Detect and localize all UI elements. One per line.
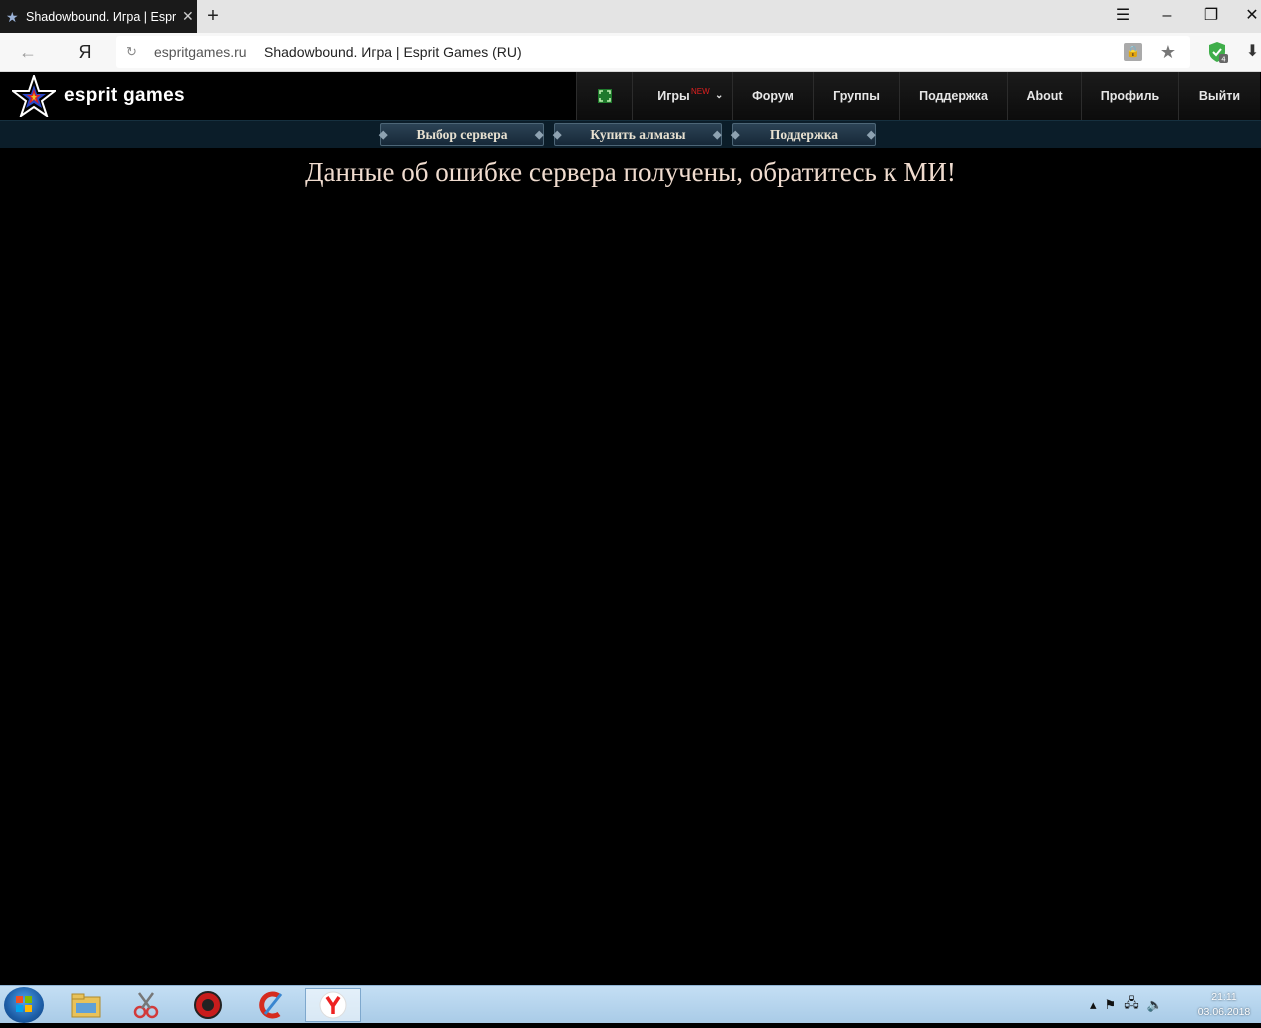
- nav-support-label: Поддержка: [919, 89, 988, 103]
- taskbar-yandex-browser[interactable]: [305, 988, 361, 1022]
- nav-logout-label: Выйти: [1198, 89, 1241, 103]
- taskbar-ccleaner[interactable]: [243, 988, 299, 1022]
- subnav-support-button[interactable]: ◆ Поддержка ◆: [731, 123, 876, 146]
- nav-groups[interactable]: Группы: [813, 72, 899, 120]
- ornament-left-icon: ◆: [731, 129, 740, 141]
- clock-date: 03.06.2018: [1197, 1006, 1251, 1018]
- download-icon[interactable]: ⬇: [1244, 41, 1261, 63]
- close-tab-icon[interactable]: ✕: [182, 8, 194, 25]
- nav-about-label: About: [1026, 89, 1063, 103]
- nav-profile-label: Профиль: [1100, 89, 1160, 103]
- protect-shield-icon[interactable]: 4: [1206, 41, 1228, 63]
- main-nav: Игры NEW ⌄ Форум Группы Поддержка About …: [576, 72, 1260, 120]
- windows-taskbar: ▴ ⚑ 🖧 🔈 21:11 03.06.2018: [0, 985, 1261, 1023]
- restore-icon[interactable]: ❐: [1196, 4, 1226, 28]
- ornament-right-icon: ◆: [713, 129, 722, 141]
- folder-icon: [71, 993, 101, 1018]
- address-bar-row: ← Я ↻ espritgames.ru Shadowbound. Игра |…: [0, 33, 1261, 72]
- logo-text: esprit games: [64, 85, 185, 106]
- star-logo-icon: [12, 75, 56, 117]
- url-domain: espritgames.ru: [154, 44, 247, 60]
- back-arrow-icon[interactable]: ←: [16, 41, 40, 63]
- nav-about[interactable]: About: [1007, 72, 1081, 120]
- taskbar-explorer[interactable]: [58, 988, 114, 1022]
- windows-logo-icon: [16, 996, 32, 1012]
- minimize-icon[interactable]: –: [1152, 4, 1182, 28]
- select-server-button[interactable]: ◆ Выбор сервера ◆: [379, 123, 544, 146]
- nav-games[interactable]: Игры NEW ⌄: [632, 72, 732, 120]
- browser-tab-active[interactable]: ★ Shadowbound. Игра | Esprit Games (RU) …: [0, 0, 197, 33]
- nav-forum[interactable]: Форум: [732, 72, 813, 120]
- ornament-right-icon: ◆: [535, 129, 544, 141]
- nav-forum-label: Форум: [752, 89, 794, 103]
- reload-icon[interactable]: ↻: [126, 44, 140, 60]
- site-star-icon: ★: [6, 8, 19, 25]
- action-center-flag-icon[interactable]: ⚑: [1105, 997, 1117, 1013]
- nav-fullscreen[interactable]: [576, 72, 632, 120]
- buy-diamonds-button[interactable]: ◆ Купить алмазы ◆: [553, 123, 722, 146]
- tab-title: Shadowbound. Игра | Esprit Games (RU): [26, 9, 176, 24]
- close-window-icon[interactable]: ✕: [1240, 4, 1261, 28]
- bookmark-star-icon[interactable]: ★: [1158, 41, 1178, 63]
- subnav-support-label: Поддержка: [769, 126, 839, 142]
- yandex-browser-icon: [319, 991, 347, 1019]
- nav-support[interactable]: Поддержка: [899, 72, 1007, 120]
- fullscreen-icon: [597, 89, 612, 103]
- clock-time: 21:11: [1211, 991, 1237, 1003]
- network-icon[interactable]: 🖧: [1124, 994, 1139, 1016]
- new-badge: NEW: [691, 87, 710, 96]
- browser-tab-strip: ★ Shadowbound. Игра | Esprit Games (RU) …: [0, 0, 1261, 33]
- start-button[interactable]: [4, 987, 44, 1023]
- ornament-left-icon: ◆: [379, 129, 388, 141]
- game-subnav: ◆ Выбор сервера ◆ ◆ Купить алмазы ◆ ◆ По…: [0, 120, 1261, 148]
- taskbar-snipping-tool[interactable]: [118, 988, 174, 1022]
- scissors-icon: [133, 992, 159, 1019]
- nav-logout[interactable]: Выйти: [1178, 72, 1260, 120]
- url-field[interactable]: ↻ espritgames.ru Shadowbound. Игра | Esp…: [116, 36, 1190, 68]
- ornament-left-icon: ◆: [553, 129, 562, 141]
- yandex-home-button[interactable]: Я: [74, 41, 96, 63]
- nav-games-label: Игры: [657, 89, 690, 103]
- url-page-title: Shadowbound. Игра | Esprit Games (RU): [264, 44, 522, 60]
- show-hidden-icons-icon[interactable]: ▴: [1090, 997, 1097, 1013]
- server-error-message: Данные об ошибке сервера получены, обрат…: [305, 157, 956, 187]
- nav-groups-label: Группы: [833, 89, 880, 103]
- game-badge-icon: [194, 991, 222, 1019]
- taskbar-clock[interactable]: 21:11 03.06.2018: [1193, 990, 1255, 1020]
- chevron-down-icon: ⌄: [715, 90, 724, 101]
- taskbar-game-app[interactable]: [180, 988, 236, 1022]
- site-header: esprit games Игры NEW ⌄ Форум Группы Под…: [0, 72, 1261, 120]
- ornament-right-icon: ◆: [867, 129, 876, 141]
- volume-icon[interactable]: 🔈: [1147, 997, 1163, 1013]
- new-tab-button[interactable]: +: [203, 5, 223, 27]
- select-server-label: Выбор сервера: [416, 126, 508, 142]
- lock-icon[interactable]: 🔒: [1124, 43, 1142, 61]
- menu-icon[interactable]: ☰: [1108, 4, 1138, 28]
- buy-diamonds-label: Купить алмазы: [590, 126, 686, 142]
- nav-profile[interactable]: Профиль: [1081, 72, 1178, 120]
- ccleaner-icon: [259, 991, 283, 1019]
- esprit-games-logo[interactable]: esprit games: [12, 75, 185, 117]
- system-tray: ▴ ⚑ 🖧 🔈: [1090, 994, 1163, 1016]
- protect-badge-count: 4: [1221, 56, 1226, 64]
